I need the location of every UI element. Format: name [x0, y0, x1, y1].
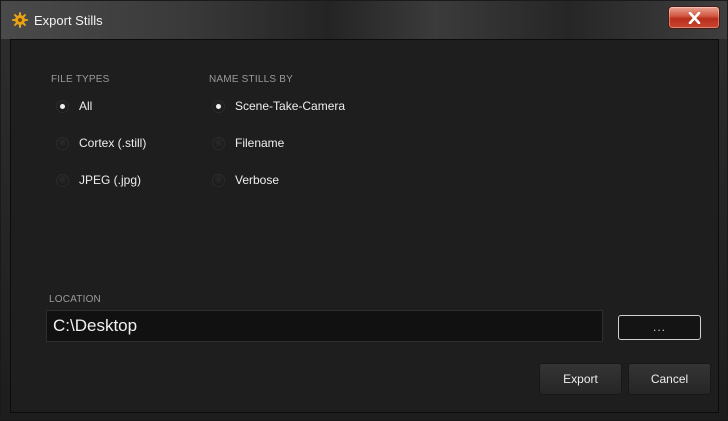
- location-label: LOCATION: [49, 294, 101, 305]
- radio-label: Verbose: [235, 173, 280, 187]
- browse-button[interactable]: ...: [618, 315, 701, 340]
- radio-button[interactable]: [212, 136, 225, 150]
- radio-file-type-all[interactable]: All: [56, 96, 92, 116]
- export-stills-dialog: Export Stills FILE TYPES All Cortex (.st…: [0, 0, 728, 421]
- radio-name-filename[interactable]: Filename: [212, 133, 284, 153]
- radio-button[interactable]: [56, 99, 69, 113]
- file-types-label: FILE TYPES: [51, 74, 110, 85]
- radio-button[interactable]: [212, 99, 225, 113]
- radio-label: All: [79, 99, 93, 113]
- radio-button[interactable]: [56, 173, 69, 187]
- window-title: Export Stills: [34, 13, 103, 28]
- radio-label: Filename: [235, 136, 285, 150]
- radio-button[interactable]: [56, 136, 69, 150]
- export-button[interactable]: Export: [539, 363, 622, 395]
- radio-name-scene-take-camera[interactable]: Scene-Take-Camera: [212, 96, 345, 116]
- dialog-content: FILE TYPES All Cortex (.still) JPEG (.jp…: [10, 39, 719, 413]
- radio-label: JPEG (.jpg): [79, 173, 142, 187]
- cancel-button[interactable]: Cancel: [628, 363, 711, 395]
- radio-label: Scene-Take-Camera: [235, 99, 346, 113]
- radio-file-type-cortex[interactable]: Cortex (.still): [56, 133, 146, 153]
- radio-label: Cortex (.still): [79, 136, 147, 150]
- radio-button[interactable]: [212, 173, 225, 187]
- radio-file-type-jpeg[interactable]: JPEG (.jpg): [56, 170, 141, 190]
- location-input[interactable]: [46, 310, 603, 342]
- close-icon: [688, 12, 701, 24]
- title-bar[interactable]: Export Stills: [1, 1, 727, 39]
- name-stills-by-label: NAME STILLS BY: [209, 74, 293, 85]
- app-gear-icon: [12, 12, 28, 28]
- close-button[interactable]: [668, 6, 720, 29]
- radio-name-verbose[interactable]: Verbose: [212, 170, 279, 190]
